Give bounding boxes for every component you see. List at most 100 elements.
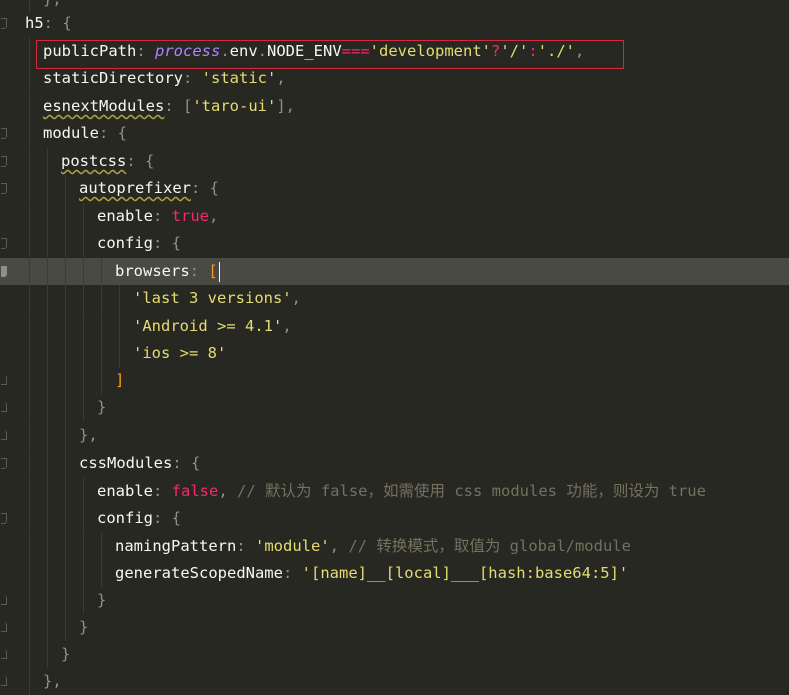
code-text: },: [43, 668, 62, 695]
code-line[interactable]: config: {: [0, 230, 789, 257]
code-token: env: [229, 42, 258, 60]
indent-guide: [101, 313, 102, 340]
indent-guide: [29, 478, 30, 505]
indent-guide: [65, 258, 66, 285]
code-token: :: [153, 207, 172, 225]
code-line[interactable]: browsers: [: [0, 258, 789, 285]
code-token: :: [528, 42, 538, 60]
gutter: [0, 505, 14, 532]
fold-marker-icon[interactable]: [1, 18, 7, 29]
code-line[interactable]: }: [0, 587, 789, 614]
fold-marker-icon[interactable]: [1, 622, 7, 632]
code-token: }: [97, 591, 107, 609]
code-text: autoprefixer: {: [79, 175, 219, 202]
fold-marker-icon[interactable]: [1, 266, 7, 277]
code-line[interactable]: generateScopedName: '[name]__[local]___[…: [0, 560, 789, 587]
code-text: h5: {: [25, 10, 72, 37]
fold-marker-icon[interactable]: [1, 402, 7, 412]
code-token: enable: [97, 207, 153, 225]
gutter: [0, 10, 14, 37]
code-token: postcss: [61, 152, 127, 170]
indent-guide: [29, 148, 30, 175]
fold-marker-icon[interactable]: [1, 430, 7, 440]
fold-marker-icon[interactable]: [1, 375, 7, 385]
fold-marker-icon[interactable]: [1, 513, 7, 524]
gutter: [0, 668, 14, 695]
code-line[interactable]: }: [0, 394, 789, 421]
code-line[interactable]: 'ios >= 8': [0, 340, 789, 367]
indent-guide: [83, 587, 84, 614]
code-text: 'last 3 versions',: [133, 285, 301, 312]
gutter: [0, 587, 14, 614]
code-text: config: {: [97, 230, 181, 257]
code-token: 'last 3 versions': [133, 289, 292, 307]
indent-guide: [65, 560, 66, 587]
fold-marker-icon[interactable]: [1, 128, 7, 139]
code-line[interactable]: enable: false, // 默认为 false，如需使用 css mod…: [0, 478, 789, 505]
indent-guide: [29, 65, 30, 92]
code-token: '[name]__[local]___[hash:base64:5]': [301, 564, 629, 582]
code-token: NODE_ENV: [267, 42, 342, 60]
code-token: h5: [25, 14, 44, 32]
indent-guide: [83, 203, 84, 230]
fold-marker-icon[interactable]: [1, 595, 7, 605]
code-line[interactable]: module: {: [0, 120, 789, 147]
fold-marker-icon[interactable]: [1, 238, 7, 249]
indent-guide: [47, 258, 48, 285]
code-token: namingPattern: [115, 537, 237, 555]
code-token: }: [97, 398, 107, 416]
code-line[interactable]: enable: true,: [0, 203, 789, 230]
gutter: [0, 614, 14, 641]
code-token: .: [257, 42, 268, 60]
code-line[interactable]: h5: {: [0, 10, 789, 37]
indent-guide: [101, 533, 102, 560]
fold-marker-icon[interactable]: [1, 183, 7, 194]
indent-guide: [47, 285, 48, 312]
fold-marker-icon[interactable]: [1, 156, 7, 167]
code-line[interactable]: namingPattern: 'module', // 转换模式，取值为 glo…: [0, 533, 789, 560]
code-token: [: [208, 262, 218, 280]
code-line[interactable]: },: [0, 668, 789, 695]
code-line[interactable]: staticDirectory: 'static',: [0, 65, 789, 92]
code-line[interactable]: publicPath: process.env.NODE_ENV==='deve…: [0, 38, 789, 65]
code-text: staticDirectory: 'static',: [43, 65, 286, 92]
code-line[interactable]: },: [0, 422, 789, 449]
gutter: [0, 285, 14, 312]
code-token: :: [236, 537, 255, 555]
indent-guide: [47, 641, 48, 668]
indent-guide: [29, 120, 30, 147]
code-line[interactable]: 'Android >= 4.1',: [0, 313, 789, 340]
indent-guide: [29, 285, 30, 312]
indent-guide: [29, 313, 30, 340]
code-token: 'module': [255, 537, 330, 555]
code-token: ],: [276, 97, 295, 115]
indent-guide: [47, 230, 48, 257]
code-line[interactable]: }: [0, 641, 789, 668]
code-token: : {: [153, 509, 181, 527]
code-token: false: [171, 482, 219, 500]
indent-guide: [29, 668, 30, 695]
code-text: module: {: [43, 120, 127, 147]
fold-marker-icon[interactable]: [1, 458, 7, 469]
code-editor[interactable]: },h5: {publicPath: process.env.NODE_ENV=…: [0, 0, 789, 695]
code-token: },: [79, 426, 98, 444]
indent-guide: [83, 478, 84, 505]
code-token: esnextModules: [43, 97, 165, 115]
code-line[interactable]: esnextModules: ['taro-ui'],: [0, 93, 789, 120]
fold-marker-icon[interactable]: [1, 649, 7, 659]
indent-guide: [29, 93, 30, 120]
code-text: cssModules: {: [79, 450, 200, 477]
code-line[interactable]: config: {: [0, 505, 789, 532]
code-line[interactable]: ]: [0, 367, 789, 394]
code-token: : {: [153, 234, 181, 252]
code-token: ,: [276, 69, 286, 87]
code-line[interactable]: autoprefixer: {: [0, 175, 789, 202]
code-text: generateScopedName: '[name]__[local]___[…: [115, 560, 628, 587]
gutter: [0, 65, 14, 92]
code-line[interactable]: cssModules: {: [0, 450, 789, 477]
gutter: [0, 93, 14, 120]
code-line[interactable]: postcss: {: [0, 148, 789, 175]
code-line[interactable]: }: [0, 614, 789, 641]
code-line[interactable]: 'last 3 versions',: [0, 285, 789, 312]
indent-guide: [29, 394, 30, 421]
